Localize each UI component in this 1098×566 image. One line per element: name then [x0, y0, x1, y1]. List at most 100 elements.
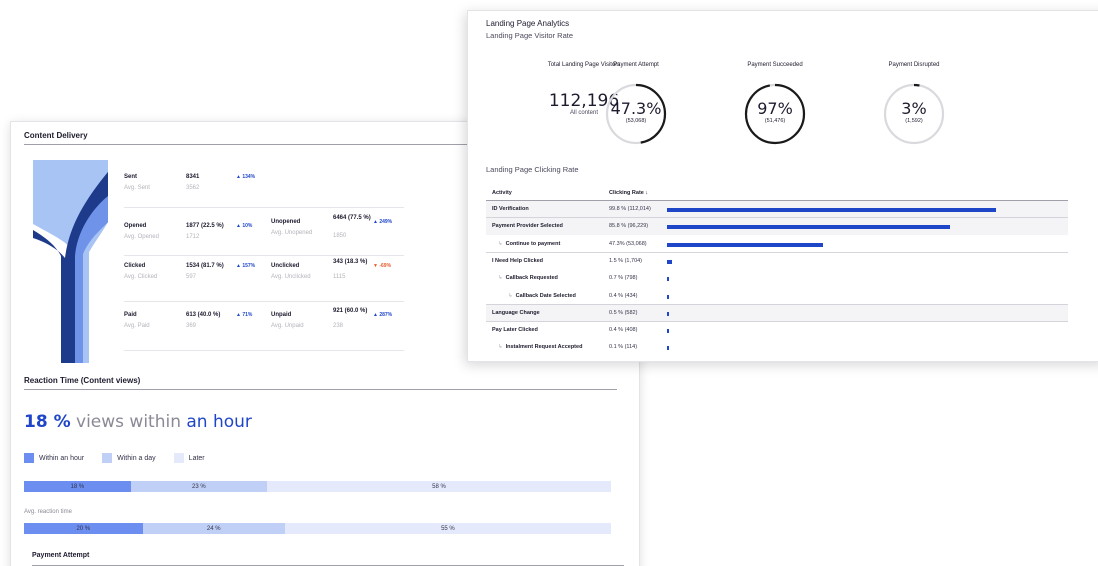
metric-label: Clicked [124, 263, 146, 269]
metric-value: 613 (40.0 %) [186, 312, 221, 318]
activity-name: ↳ Callback Requested [498, 275, 558, 281]
clicking-rate-value: 0.7 % (798) [609, 275, 638, 282]
table-row[interactable]: Pay Later Clicked 0.4 % (408) [486, 322, 1068, 339]
legend-within-hour: Within an hour [24, 453, 84, 463]
reaction-time-title: Reaction Time (Content views) [24, 376, 141, 385]
activity-name: ↳ Continue to payment [498, 241, 560, 247]
metric-value: 6464 (77.5 %) [333, 215, 371, 221]
metric-label: Sent [124, 174, 138, 180]
metric-label: Unpaid [271, 312, 292, 318]
kpi-ring-payment-succeeded: 97% (51,476) [743, 82, 807, 146]
clicking-rate-bar [667, 225, 951, 230]
headline-mid: views within [70, 412, 187, 432]
activity-label: Payment Provider Selected [492, 223, 563, 230]
activity-name: Pay Later Clicked [492, 327, 538, 333]
table-row[interactable]: ↳ Continue to payment 47.3% (53,068) [486, 236, 1068, 253]
metric-label: Unclicked [271, 263, 300, 269]
metric-avg-value: 597 [186, 274, 197, 280]
table-row[interactable]: ↳ Instalment Request Accepted 0.1 % (114) [486, 339, 1068, 356]
metric-change: ▲ 157% [236, 263, 256, 269]
metric-avg-label: Avg. Paid [124, 323, 150, 329]
clicking-rate-title: Landing Page Clicking Rate [486, 165, 579, 174]
subitem-arrow-icon: ↳ [498, 275, 503, 282]
clicking-rate-bar [667, 277, 670, 282]
activity-name: Language Change [492, 310, 540, 316]
column-activity[interactable]: Activity [492, 190, 512, 196]
clicking-rate-value: 0.4 % (434) [609, 292, 638, 299]
activity-label: Pay Later Clicked [492, 327, 538, 334]
headline-value: 18 % [24, 412, 71, 432]
activity-name: ↳ Instalment Request Accepted [498, 344, 582, 350]
metric-value: 8341 [186, 174, 200, 180]
clicking-rate-value: 47.3% (53,068) [609, 240, 647, 247]
metric-change: ▲ 287% [373, 312, 393, 318]
headline-end: an hour [186, 412, 252, 432]
clicking-rate-bar [667, 311, 669, 316]
segment-within-hour: 20 % [24, 523, 143, 534]
legend-label: Within an hour [39, 454, 85, 462]
column-clicking-rate[interactable]: Clicking Rate ↓ [609, 190, 648, 196]
activity-name: Payment Provider Selected [492, 223, 563, 229]
kpi-value: 97% [757, 99, 793, 118]
legend-label: Later [188, 454, 205, 462]
metric-avg-value: 3562 [186, 185, 200, 191]
metric-row-divider [124, 350, 404, 351]
metric-avg-label: Avg. Opened [124, 234, 159, 240]
metric-label: Unopened [271, 219, 301, 225]
table-row[interactable]: Payment Provider Selected 85.8 % (96,229) [486, 218, 1068, 236]
table-row[interactable]: ↳ Callback Requested 0.7 % (798) [486, 270, 1068, 287]
metric-change: ▲ 249% [373, 219, 393, 225]
metric-value: 1534 (81.7 %) [186, 263, 224, 269]
kpi-count: (53,068) [625, 118, 647, 124]
kpi-value: 3% [901, 99, 927, 118]
table-row[interactable]: I Need Help Clicked 1.5 % (1,704) [486, 253, 1068, 270]
metric-avg-label: Avg. Unpaid [271, 323, 304, 329]
segment-later: 55 % [284, 523, 611, 534]
table-row[interactable]: ID Verification 99.8 % (112,014) [486, 201, 1068, 218]
content-delivery-title: Content Delivery [24, 131, 88, 140]
metric-change: ▼ -69% [373, 263, 392, 269]
clicking-table-header: Activity Clicking Rate ↓ [486, 188, 1068, 200]
kpi-ring-payment-attempt: 47.3% (53,068) [604, 82, 668, 146]
reaction-legend: Within an hour Within a day Later [24, 453, 223, 463]
metric-value: 1877 (22.5 %) [186, 223, 224, 229]
activity-label: Callback Date Selected [515, 292, 576, 299]
metric-row-divider [124, 301, 404, 302]
metric-change: ▲ 71% [236, 312, 253, 318]
clicking-rate-value: 0.1 % (114) [609, 344, 638, 351]
activity-label: Callback Requested [505, 275, 558, 282]
reaction-headline: 18 % views within an hour [24, 412, 252, 432]
dashboard-stage: Content Delivery Sent Avg. Sent 8341 3562 ▲ … [0, 0, 1098, 566]
clicking-rate-bar [667, 329, 669, 334]
legend-swatch [24, 453, 34, 463]
clicking-rate-bar [667, 208, 997, 212]
activity-label: I Need Help Clicked [492, 257, 544, 264]
table-row[interactable]: ↳ Callback Date Selected 0.4 % (434) [486, 288, 1068, 305]
clicking-rate-value: 0.4 % (408) [609, 327, 638, 334]
kpi-count: (51,476) [764, 118, 786, 124]
clicking-rate-bar [667, 294, 669, 299]
clicking-rate-value: 85.8 % (96,229) [609, 223, 649, 230]
segment-within-day: 24 % [142, 523, 285, 534]
metric-change: ▲ 134% [236, 174, 256, 180]
table-row[interactable]: Language Change 0.5 % (582) [486, 304, 1068, 322]
legend-later: Later [173, 453, 205, 463]
metric-row-divider [124, 207, 404, 208]
activity-label: ID Verification [492, 206, 529, 212]
activity-label: Language Change [492, 309, 540, 316]
clicking-rate-bar [667, 346, 669, 351]
activity-label: Continue to payment [505, 240, 561, 247]
kpi-ring-payment-disrupted: 3% (1,592) [882, 82, 946, 146]
metric-label: Paid [124, 312, 137, 318]
kpi-label: Payment Succeeded [747, 62, 803, 68]
legend-within-day: Within a day [102, 453, 156, 463]
metric-avg-label: Avg. Sent [124, 185, 150, 191]
activity-label: Instalment Request Accepted [505, 344, 583, 351]
kpi-count: (1,592) [905, 118, 923, 124]
metric-avg-label: Avg. Clicked [124, 274, 158, 280]
legend-label: Within a day [117, 454, 156, 462]
metric-avg-value: 1712 [186, 234, 200, 240]
landing-page-analytics-card: Landing Page Analytics Landing Page Visi… [467, 10, 1098, 362]
segment-later: 58 % [267, 481, 611, 492]
metric-row-divider [124, 255, 404, 256]
